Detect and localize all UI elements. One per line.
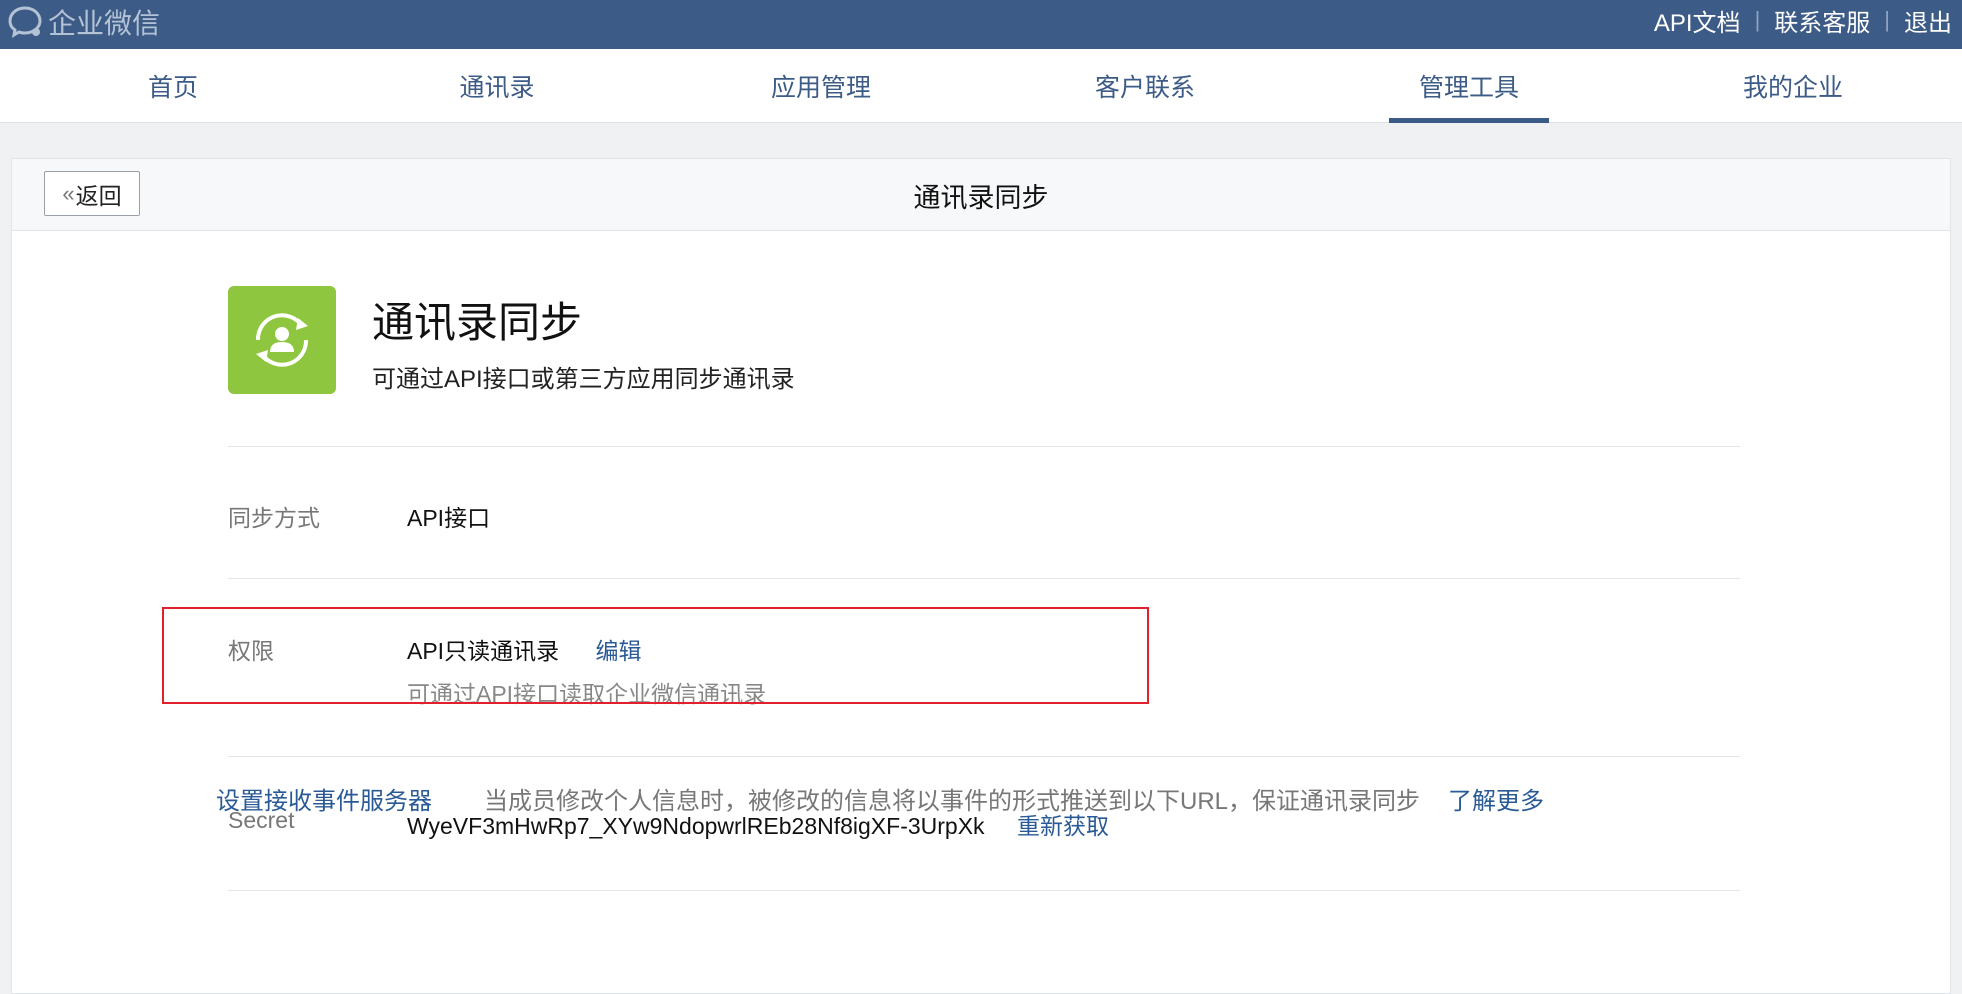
- separator: |: [1754, 7, 1761, 32]
- nav-label: 首页: [147, 74, 198, 102]
- settings-card: 通讯录同步 « 返回 通讯录同步 可通过API接口或第三方应用同步通讯录 同步方…: [11, 158, 1951, 994]
- event-server-row: 设置接收事件服务器 当成员修改个人信息时，被修改的信息将以事件的形式推送到以下U…: [216, 781, 1544, 816]
- brand-logo[interactable]: 企业微信: [8, 2, 160, 42]
- double-chevron-left-icon: «: [62, 180, 74, 206]
- nav-home[interactable]: 首页: [93, 49, 253, 123]
- contact-support-link[interactable]: 联系客服: [1774, 3, 1870, 38]
- divider: [228, 446, 1740, 447]
- divider: [228, 756, 1740, 757]
- nav-label: 应用管理: [770, 74, 871, 102]
- logout-link[interactable]: 退出: [1904, 3, 1952, 38]
- refresh-secret-link[interactable]: 重新获取: [1017, 813, 1109, 839]
- api-docs-link[interactable]: API文档: [1654, 3, 1741, 38]
- wecom-logo-icon: [8, 5, 44, 39]
- back-button[interactable]: « 返回: [44, 171, 140, 216]
- app-name: 通讯录同步: [372, 299, 583, 346]
- sync-method-label: 同步方式: [228, 505, 320, 531]
- nav-label: 通讯录: [459, 74, 535, 102]
- app-description: 可通过API接口或第三方应用同步通讯录: [372, 366, 795, 393]
- secret-highlight-box: [162, 607, 1149, 704]
- set-event-server-link[interactable]: 设置接收事件服务器: [216, 781, 432, 816]
- learn-more-link[interactable]: 了解更多: [1448, 781, 1544, 816]
- main-nav: 首页 通讯录 应用管理 客户联系 管理工具 我的企业: [0, 49, 1962, 123]
- top-bar: 企业微信 API文档 | 联系客服 | 退出: [0, 0, 1962, 49]
- card-header: 通讯录同步 « 返回: [12, 159, 1950, 231]
- event-server-description: 当成员修改个人信息时，被修改的信息将以事件的形式推送到以下URL，保证通讯录同步: [484, 788, 1421, 815]
- nav-customer-contact[interactable]: 客户联系: [1065, 49, 1225, 123]
- contact-sync-icon: [228, 286, 336, 394]
- nav-app-management[interactable]: 应用管理: [741, 49, 901, 123]
- nav-my-enterprise[interactable]: 我的企业: [1713, 49, 1873, 123]
- active-tab-indicator: [1389, 118, 1549, 123]
- divider: [228, 890, 1740, 891]
- nav-label: 客户联系: [1094, 74, 1195, 102]
- top-links: API文档 | 联系客服 | 退出: [1654, 0, 1952, 40]
- secret-value: WyeVF3mHwRp7_XYw9NdopwrlREb28Nf8igXF-3Ur…: [407, 813, 985, 839]
- brand-name: 企业微信: [48, 8, 161, 39]
- page-title: 通讯录同步: [913, 182, 1049, 213]
- separator: |: [1884, 7, 1890, 32]
- nav-contacts[interactable]: 通讯录: [417, 49, 577, 123]
- divider: [228, 578, 1740, 579]
- nav-management-tools[interactable]: 管理工具: [1389, 49, 1549, 123]
- sync-method-value: API接口: [407, 505, 491, 531]
- nav-label: 我的企业: [1742, 74, 1843, 102]
- nav-label: 管理工具: [1418, 74, 1519, 102]
- back-label: 返回: [75, 182, 122, 209]
